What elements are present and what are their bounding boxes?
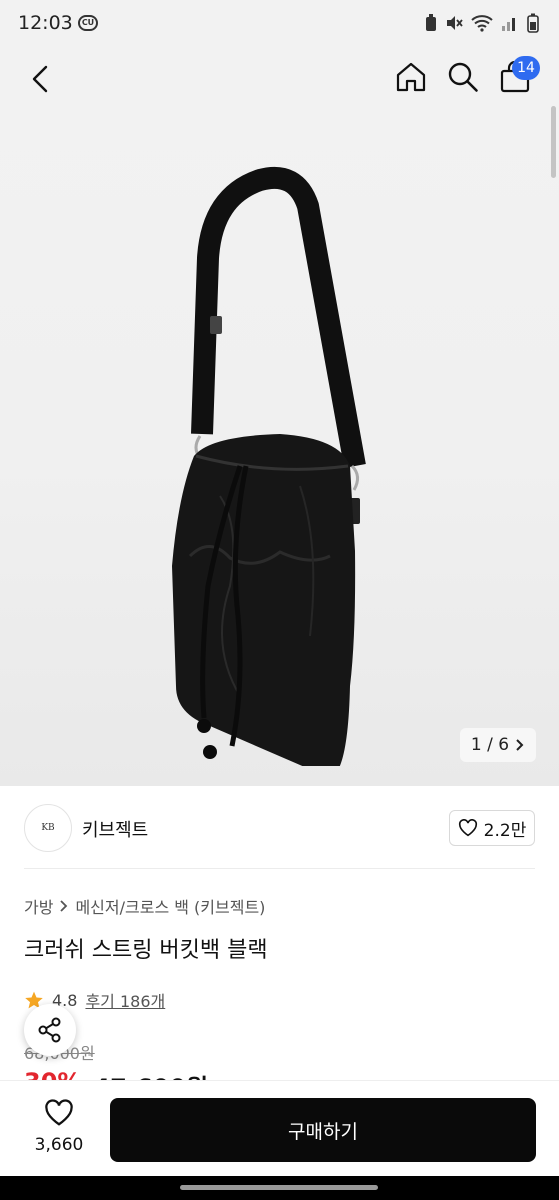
breadcrumb-root[interactable]: 가방	[24, 894, 53, 918]
home-icon[interactable]	[394, 60, 428, 94]
product-photo	[172, 166, 366, 766]
carrier-badge: CU	[78, 15, 98, 31]
brand-like-count: 2.2만	[483, 820, 527, 841]
brand-name[interactable]: 키브젝트	[82, 816, 148, 842]
product-image-gallery[interactable]: 14 1 / 6	[0, 48, 559, 786]
image-counter-text: 1 / 6	[470, 735, 510, 755]
share-button[interactable]	[24, 1004, 76, 1056]
search-icon[interactable]	[446, 60, 480, 94]
bottom-action-bar: 3,660 구매하기	[0, 1080, 559, 1176]
divider	[24, 868, 535, 869]
mute-icon	[447, 16, 463, 30]
chevron-left-icon[interactable]	[26, 62, 56, 96]
chevron-right-icon	[60, 900, 68, 912]
wifi-icon	[471, 15, 493, 32]
system-nav-bar	[0, 1176, 559, 1200]
wishlist-button[interactable]: 3,660	[24, 1099, 94, 1155]
status-time: 12:03	[18, 12, 73, 34]
breadcrumb: 가방 메신저/크로스 백 (키브젝트)	[24, 894, 265, 918]
status-bar: 12:03 CU	[0, 0, 559, 48]
heart-icon	[458, 819, 477, 837]
heart-icon	[45, 1099, 73, 1126]
breadcrumb-category[interactable]: 메신저/크로스 백 (키브젝트)	[75, 894, 265, 918]
brand-row[interactable]: KB 키브젝트 2.2만	[0, 786, 559, 870]
product-title: 크러쉬 스트링 버킷백 블랙	[24, 938, 268, 963]
scrollbar[interactable]	[551, 106, 556, 178]
home-gesture-handle[interactable]	[180, 1185, 378, 1190]
wishlist-count: 3,660	[34, 1135, 84, 1155]
buy-button[interactable]: 구매하기	[110, 1098, 536, 1162]
brand-logo[interactable]: KB	[24, 804, 72, 852]
battery-icon	[527, 13, 539, 33]
brand-like-button[interactable]: 2.2만	[449, 810, 535, 846]
cart-count-badge: 14	[512, 56, 540, 80]
share-icon	[38, 1017, 61, 1043]
chevron-right-icon	[516, 739, 524, 751]
battery-saver-icon	[426, 14, 436, 31]
status-icons	[425, 13, 539, 33]
signal-icon	[502, 18, 515, 31]
image-counter[interactable]: 1 / 6	[460, 728, 536, 762]
review-link[interactable]: 후기 186개	[85, 988, 165, 1012]
